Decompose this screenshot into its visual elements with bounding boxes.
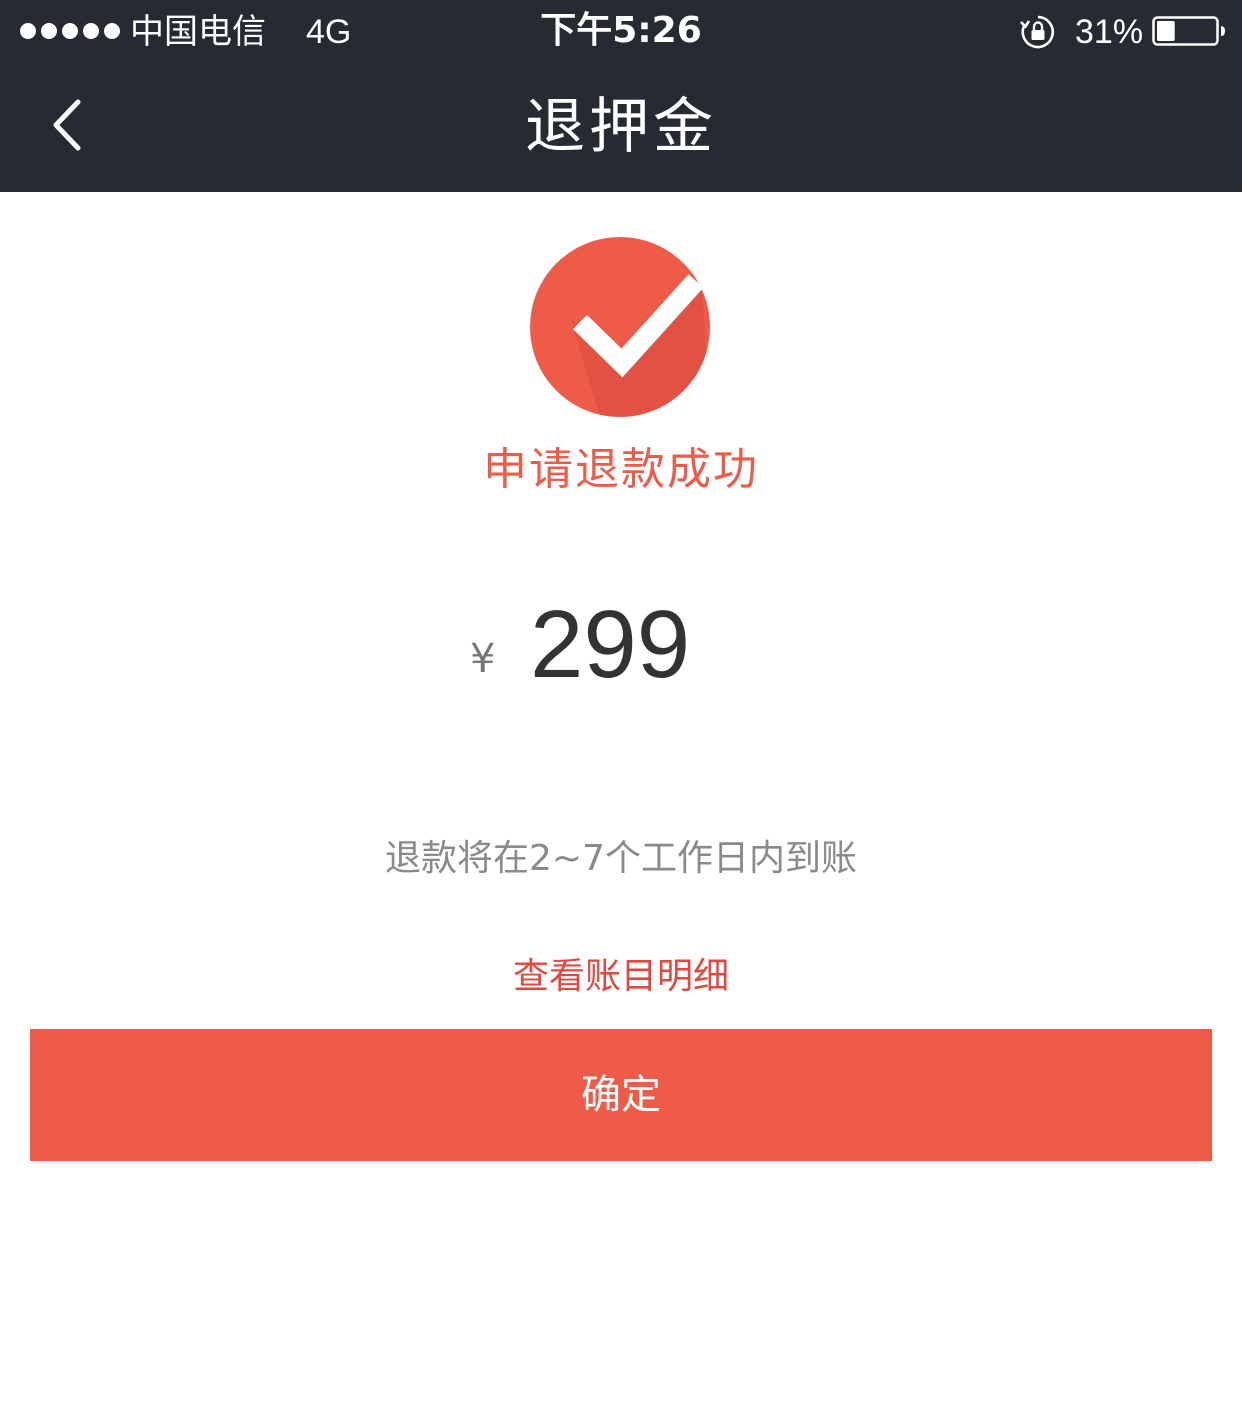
app-header: 中国电信 4G 下午5:26 31% 退押金 bbox=[0, 0, 1242, 192]
rotation-lock-icon bbox=[1020, 15, 1054, 49]
currency-symbol: ¥ bbox=[470, 636, 496, 682]
refund-amount: ¥ 299 bbox=[0, 590, 1242, 700]
refund-notice: 退款将在2~7个工作日内到账 bbox=[385, 838, 857, 879]
battery-icon bbox=[1152, 16, 1225, 46]
confirm-button[interactable]: 确定 bbox=[30, 1029, 1212, 1161]
battery-percent: 31% bbox=[1075, 13, 1144, 51]
checkmark-circle-icon bbox=[530, 237, 710, 417]
success-message: 申请退款成功 bbox=[483, 444, 759, 495]
view-details-link[interactable]: 查看账目明细 bbox=[0, 952, 1242, 1002]
amount-value: 299 bbox=[530, 591, 691, 698]
status-bar: 中国电信 4G 下午5:26 31% bbox=[0, 0, 1242, 64]
page-title: 退押金 bbox=[525, 92, 717, 162]
